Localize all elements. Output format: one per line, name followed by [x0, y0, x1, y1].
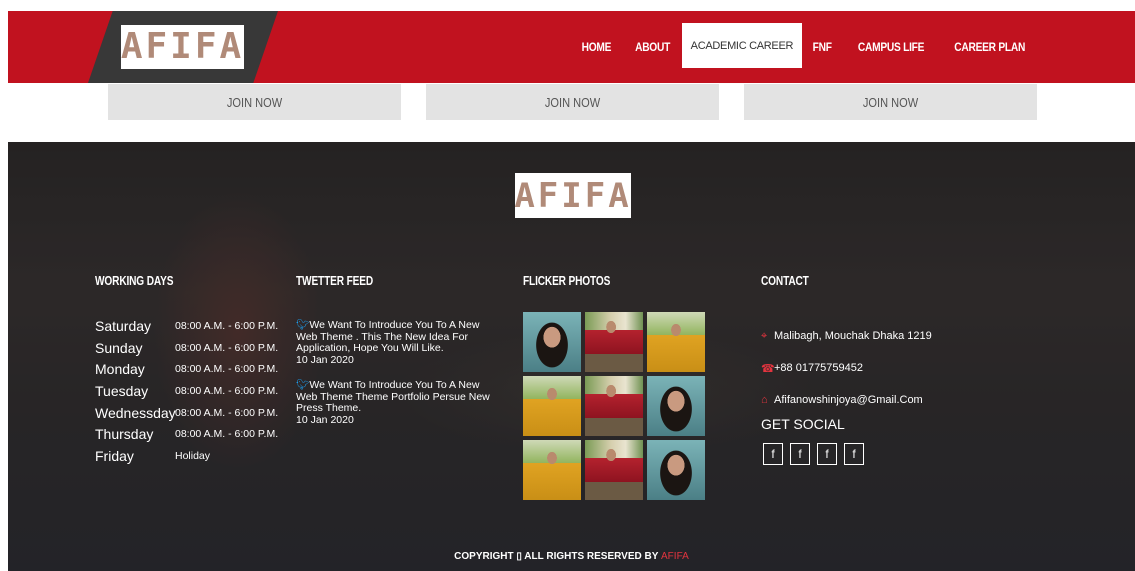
flicker-photo[interactable]	[523, 312, 581, 372]
contact-phone[interactable]: ☎ +88 01775759452	[761, 352, 932, 384]
tweet-text: We Want To Introduce You To A New Web Th…	[296, 379, 490, 414]
day-time: 08:00 A.M. - 6:00 P.M.	[175, 363, 279, 376]
day-row: Sunday 08:00 A.M. - 6:00 P.M.	[95, 337, 278, 359]
facebook-icon[interactable]: f	[763, 443, 783, 465]
day-time: Holiday	[175, 449, 211, 462]
nav-fnf[interactable]: FNF	[805, 23, 839, 71]
flicker-photo[interactable]	[647, 440, 705, 500]
flicker-photo[interactable]	[647, 376, 705, 436]
day-row: Tuesday 08:00 A.M. - 6:00 P.M.	[95, 380, 278, 402]
copyright: COPYRIGHT ▯ ALL RIGHTS RESERVED BY AFIFA	[8, 551, 1135, 562]
twitter-bird-icon: 🐦︎	[296, 319, 310, 331]
join-now-button[interactable]: JOIN NOW	[108, 84, 401, 120]
day-row: Saturday 08:00 A.M. - 6:00 P.M.	[95, 315, 278, 337]
email-text: Afifanowshinjoya@Gmail.Com	[774, 394, 923, 406]
day-time: 08:00 A.M. - 6:00 P.M.	[175, 428, 279, 441]
twitter-bird-icon: 🐦︎	[296, 379, 310, 391]
contact-email[interactable]: ⌂ Afifanowshinjoya@Gmail.Com	[761, 384, 932, 416]
day-time: 08:00 A.M. - 6:00 P.M.	[175, 384, 279, 397]
day-name: Wednessday	[95, 404, 176, 421]
facebook-icon[interactable]: f	[790, 443, 810, 465]
site-logo[interactable]: AFIFA	[121, 25, 244, 69]
join-now-button[interactable]: JOIN NOW	[744, 84, 1037, 120]
phone-text: +88 01775759452	[774, 362, 864, 374]
day-name: Sunday	[95, 339, 143, 356]
day-name: Thursday	[95, 426, 154, 443]
flicker-photo[interactable]	[647, 312, 705, 372]
contact-info: ⌖ Malibagh, Mouchak Dhaka 1219 ☎ +88 017…	[761, 320, 932, 416]
contact-address: ⌖ Malibagh, Mouchak Dhaka 1219	[761, 320, 932, 352]
twitter-feed: 🐦︎We Want To Introduce You To A New Web …	[296, 319, 501, 440]
day-name: Saturday	[95, 317, 152, 334]
site-footer: AFIFA WORKING DAYS Saturday 08:00 A.M. -…	[8, 142, 1135, 571]
flicker-photo[interactable]	[523, 376, 581, 436]
nav-campus-life[interactable]: CAMPUS LIFE	[850, 23, 932, 71]
flicker-photo[interactable]	[585, 312, 643, 372]
contact-title: CONTACT	[761, 273, 809, 288]
social-links: f f f f	[763, 443, 871, 465]
tweet[interactable]: 🐦︎We Want To Introduce You To A New Web …	[296, 319, 501, 366]
flicker-photo[interactable]	[585, 440, 643, 500]
flicker-photos-title: FLICKER PHOTOS	[523, 273, 611, 288]
copyright-brand-link[interactable]: AFIFA	[661, 551, 689, 562]
nav-academic-career[interactable]: ACADEMIC CAREER	[681, 23, 803, 71]
site-header: AFIFA HOME ABOUT ACADEMIC CAREER FNF CAM…	[8, 11, 1135, 83]
day-row: Monday 08:00 A.M. - 6:00 P.M.	[95, 358, 278, 380]
day-name: Tuesday	[95, 382, 149, 399]
facebook-icon[interactable]: f	[844, 443, 864, 465]
flicker-photo-grid	[523, 312, 706, 500]
main-nav: HOME ABOUT ACADEMIC CAREER FNF CAMPUS LI…	[570, 23, 1040, 71]
get-social-title: GET SOCIAL	[761, 416, 845, 432]
day-time: 08:00 A.M. - 6:00 P.M.	[175, 406, 279, 419]
day-name: Friday	[95, 447, 134, 464]
address-text: Malibagh, Mouchak Dhaka 1219	[774, 330, 932, 342]
join-now-button[interactable]: JOIN NOW	[426, 84, 719, 120]
working-days-title: WORKING DAYS	[95, 273, 174, 288]
nav-about[interactable]: ABOUT	[627, 23, 677, 71]
facebook-icon[interactable]: f	[817, 443, 837, 465]
footer-logo-text: AFIFA	[514, 175, 632, 216]
nav-home[interactable]: HOME	[574, 23, 619, 71]
twitter-feed-title: TWETTER FEED	[296, 273, 374, 288]
day-time: 08:00 A.M. - 6:00 P.M.	[175, 319, 279, 332]
day-row: Friday Holiday	[95, 445, 278, 467]
tweet-date: 10 Jan 2020	[296, 413, 354, 426]
tweet-date: 10 Jan 2020	[296, 353, 354, 366]
footer-logo[interactable]: AFIFA	[514, 173, 632, 218]
day-time: 08:00 A.M. - 6:00 P.M.	[175, 341, 279, 354]
map-marker-icon: ⌖	[761, 329, 768, 342]
flicker-photo[interactable]	[523, 440, 581, 500]
day-row: Thursday 08:00 A.M. - 6:00 P.M.	[95, 423, 278, 445]
phone-icon: ☎	[761, 362, 775, 375]
flicker-photo[interactable]	[585, 376, 643, 436]
working-days-list: Saturday 08:00 A.M. - 6:00 P.M. Sunday 0…	[95, 315, 278, 467]
copyright-text: COPYRIGHT ▯ ALL RIGHTS RESERVED BY	[454, 551, 659, 562]
nav-career-plan[interactable]: CAREER PLAN	[946, 23, 1032, 71]
tweet[interactable]: 🐦︎We Want To Introduce You To A New Web …	[296, 379, 501, 426]
logo-text: AFIFA	[120, 26, 245, 67]
tweet-text: We Want To Introduce You To A New Web Th…	[296, 319, 480, 354]
day-row: Wednessday 08:00 A.M. - 6:00 P.M.	[95, 402, 278, 424]
day-name: Monday	[95, 361, 145, 378]
home-icon: ⌂	[761, 394, 768, 406]
